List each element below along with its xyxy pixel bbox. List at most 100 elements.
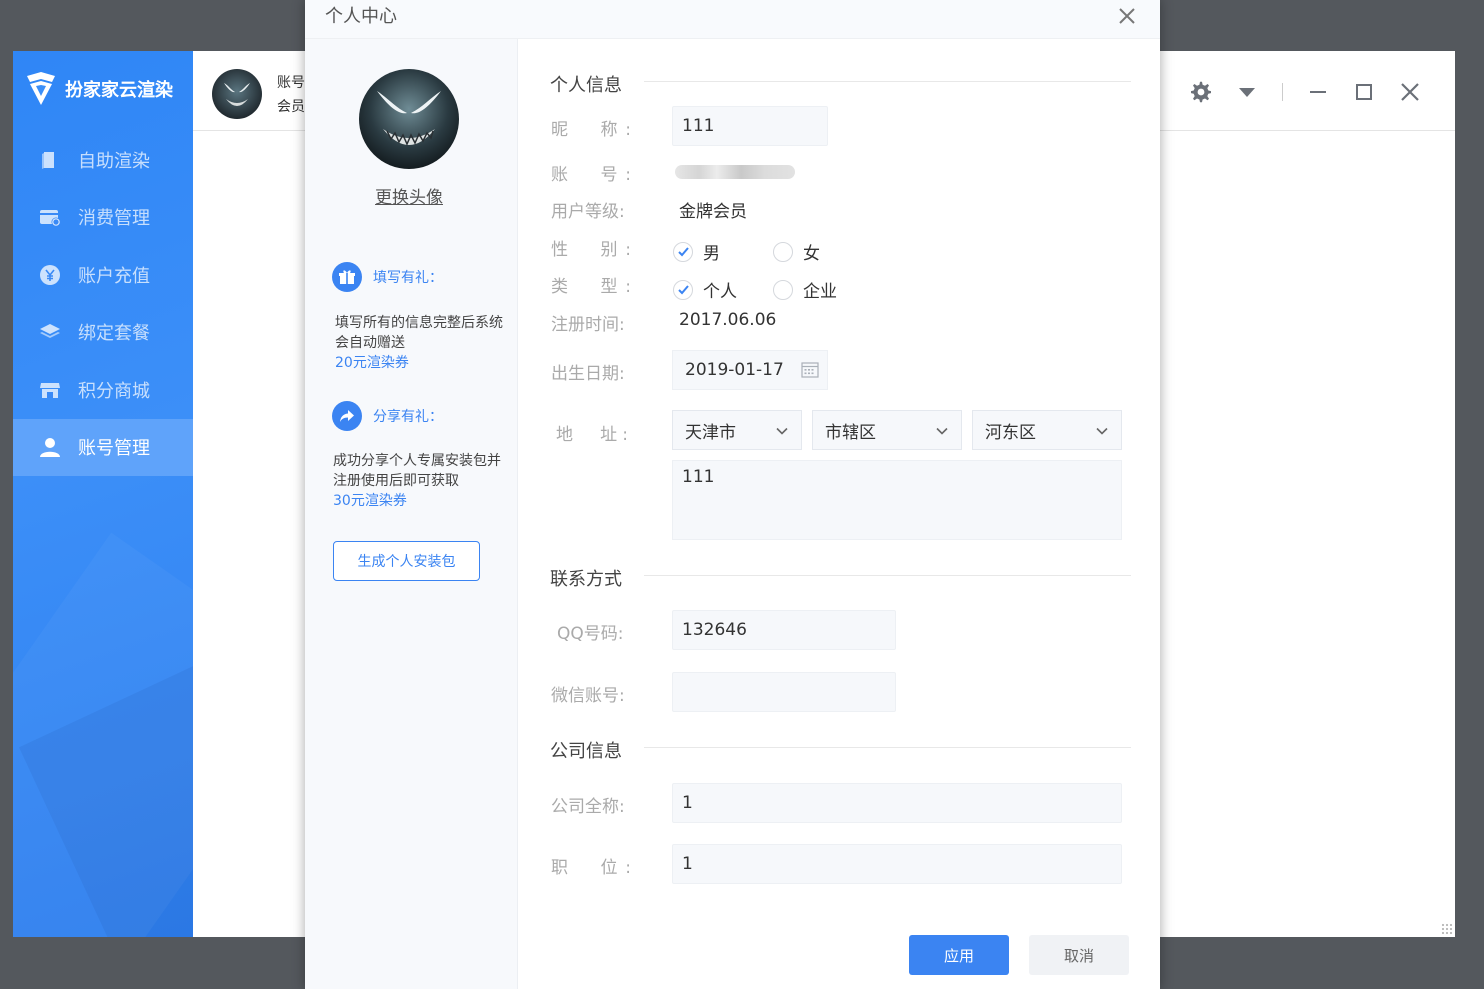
sidebar-item-bind-plan[interactable]: 绑定套餐 — [13, 304, 193, 362]
section-contact-title: 联系方式 — [550, 569, 622, 590]
section-divider — [644, 575, 1131, 576]
radio-checked — [673, 241, 693, 262]
company-name-input[interactable]: 1 — [672, 783, 1122, 823]
type-option-label: 个人 — [703, 282, 737, 302]
chevron-down-icon — [1096, 427, 1108, 435]
window-close-button[interactable] — [1387, 79, 1433, 105]
dialog-title: 个人中心 — [325, 6, 397, 27]
radio-unchecked — [773, 241, 793, 262]
calendar-icon — [801, 362, 819, 378]
type-option-personal[interactable]: 个人 — [673, 277, 737, 302]
gender-option-female[interactable]: 女 — [773, 239, 820, 264]
birth-date-value: 2019-01-17 — [685, 360, 784, 380]
apply-button[interactable]: 应用 — [909, 935, 1009, 975]
dropdown-button[interactable] — [1224, 79, 1270, 105]
province-select[interactable]: 天津市 — [672, 410, 802, 450]
share-gift-reward: 30元渲染券 — [333, 493, 407, 509]
sidebar-item-self-render[interactable]: 自助渲染 — [13, 131, 193, 189]
city-select[interactable]: 市辖区 — [812, 410, 962, 450]
maximize-button[interactable] — [1341, 79, 1387, 105]
profile-form: 个人信息 昵 称: 111 账 号: 用户等级: 金牌会员 性 别: 男 女 类… — [519, 39, 1160, 989]
account-line-1: 账号 — [277, 75, 305, 91]
sidebar-menu: 自助渲染 消费管理 账户充值 绑定套餐 积分商城 账号管理 — [13, 131, 193, 476]
sidebar-item-points-mall[interactable]: 积分商城 — [13, 361, 193, 419]
layers-icon — [39, 321, 61, 343]
wechat-label: 微信账号: — [551, 686, 625, 706]
share-gift-description: 成功分享个人专属安装包并注册使用后即可获取 30元渲染券 — [333, 451, 513, 511]
birth-date-input[interactable]: 2019-01-17 — [672, 350, 828, 390]
close-icon — [1401, 83, 1419, 101]
sidebar-item-label: 自助渲染 — [78, 150, 150, 172]
sidebar-item-label: 账号管理 — [78, 438, 150, 460]
caret-down-icon — [1239, 88, 1255, 97]
gear-icon — [1191, 81, 1211, 103]
share-gift-title: 分享有礼： — [373, 409, 443, 425]
address-label: 地 址: — [556, 425, 628, 445]
account-line-2: 会员 — [277, 99, 305, 115]
change-avatar-link[interactable]: 更换头像 — [305, 183, 513, 208]
window-controls — [1178, 79, 1433, 105]
share-gift-heading: 分享有礼： — [332, 401, 443, 431]
position-label: 职 位: — [551, 858, 631, 878]
cancel-button[interactable]: 取消 — [1029, 935, 1129, 975]
settings-button[interactable] — [1178, 79, 1224, 105]
nickname-input[interactable]: 111 — [672, 106, 828, 146]
level-value: 金牌会员 — [679, 202, 747, 222]
fill-gift-text: 填写所有的信息完整后系统会自动赠送 — [335, 315, 503, 351]
generate-package-button[interactable]: 生成个人安装包 — [333, 541, 480, 581]
wechat-input[interactable] — [672, 672, 896, 712]
dialog-header: 个人中心 — [305, 0, 1160, 39]
company-name-label: 公司全称: — [551, 797, 625, 817]
account-value-masked — [675, 165, 795, 179]
divider — [1282, 83, 1283, 101]
type-option-label: 企业 — [803, 282, 837, 302]
store-icon — [39, 379, 61, 401]
sidebar-item-account[interactable]: 账号管理 — [13, 418, 193, 476]
app-brand: 扮家家云渲染 — [65, 80, 173, 101]
radio-checked — [673, 279, 693, 300]
gift-icon — [332, 262, 362, 292]
dialog-close-button[interactable] — [1114, 3, 1140, 29]
section-company-title: 公司信息 — [550, 741, 622, 762]
level-label: 用户等级: — [551, 202, 625, 222]
avatar[interactable] — [212, 69, 262, 119]
type-label: 类 型: — [551, 277, 631, 297]
account-info: 账号 会员 — [277, 71, 305, 119]
district-select[interactable]: 河东区 — [972, 410, 1122, 450]
sidebar-item-consumption[interactable]: 消费管理 — [13, 189, 193, 247]
resize-grip[interactable] — [1441, 923, 1453, 935]
fill-gift-title: 填写有礼： — [373, 270, 443, 286]
address-detail-input[interactable]: 111 — [672, 460, 1122, 540]
type-option-company[interactable]: 企业 — [773, 277, 837, 302]
district-value: 河东区 — [985, 422, 1036, 443]
fill-gift-reward: 20元渲染券 — [335, 355, 409, 371]
yen-coin-icon — [39, 264, 61, 286]
chevron-down-icon — [936, 427, 948, 435]
qq-label: QQ号码: — [557, 624, 624, 644]
register-time-label: 注册时间: — [551, 315, 625, 335]
minimize-icon — [1310, 91, 1326, 93]
gender-option-male[interactable]: 男 — [673, 239, 720, 264]
profile-dialog: 个人中心 更换头像 填写有礼： 填写所有的信息完整后系统会自动赠送 20元渲染券… — [305, 0, 1160, 989]
app-logo: 扮家家云渲染 — [25, 71, 173, 107]
sidebar-item-label: 消费管理 — [78, 208, 150, 230]
share-icon — [332, 401, 362, 431]
radio-unchecked — [773, 279, 793, 300]
wallet-icon — [39, 206, 61, 228]
logo-icon — [27, 72, 55, 105]
share-gift-text: 成功分享个人专属安装包并注册使用后即可获取 — [333, 453, 501, 489]
section-personal-title: 个人信息 — [550, 75, 622, 96]
sidebar-item-label: 账户充值 — [78, 265, 150, 287]
city-value: 市辖区 — [825, 422, 876, 443]
account-label: 账 号: — [551, 165, 631, 185]
province-value: 天津市 — [685, 422, 736, 443]
sidebar-item-label: 积分商城 — [78, 380, 150, 402]
birth-date-label: 出生日期: — [551, 364, 625, 384]
gender-option-label: 男 — [703, 244, 720, 264]
position-input[interactable]: 1 — [672, 844, 1122, 884]
maximize-icon — [1356, 84, 1372, 100]
qq-input[interactable]: 132646 — [672, 610, 896, 650]
minimize-button[interactable] — [1295, 79, 1341, 105]
register-time-value: 2017.06.06 — [679, 310, 777, 330]
sidebar-item-recharge[interactable]: 账户充值 — [13, 246, 193, 304]
